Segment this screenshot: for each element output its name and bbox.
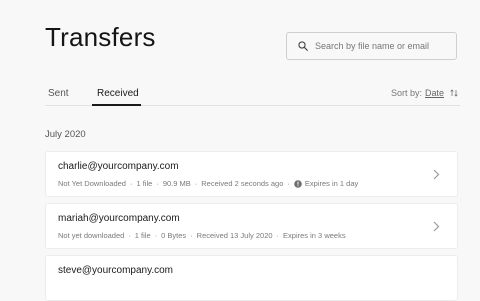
search-input[interactable] (315, 41, 455, 51)
sort-control[interactable]: Sort by: Date (391, 88, 458, 98)
transfer-received: Received 2 seconds ago (201, 179, 284, 188)
info-circle-icon (294, 179, 302, 188)
separator-dot: · (154, 231, 158, 240)
transfer-meta: Not Yet Downloaded · 1 file · 90.9 MB · … (58, 179, 358, 188)
transfer-expires: Expires in 1 day (304, 179, 359, 188)
transfer-file-count: 1 file (134, 231, 151, 240)
transfer-card[interactable]: charlie@yourcompany.com Not Yet Download… (45, 151, 458, 197)
page-title: Transfers (45, 22, 156, 52)
chevron-right-icon[interactable] (433, 221, 440, 232)
sort-value[interactable]: Date (425, 88, 444, 98)
transfer-size: 90.9 MB (162, 179, 191, 188)
transfer-email: mariah@yourcompany.com (58, 213, 180, 224)
transfer-size: 0 Bytes (161, 231, 187, 240)
search-box[interactable] (286, 32, 457, 60)
transfer-status: Not Yet Downloaded (58, 179, 126, 188)
separator-dot: · (156, 179, 159, 188)
tab-sent[interactable]: Sent (48, 88, 69, 99)
active-tab-indicator (92, 104, 141, 106)
search-icon (298, 41, 308, 51)
transfer-email: charlie@yourcompany.com (58, 161, 179, 172)
separator-dot: · (276, 231, 280, 240)
transfer-status: Not yet downloaded (58, 231, 125, 240)
separator-dot: · (190, 231, 193, 240)
group-heading: July 2020 (45, 129, 86, 140)
transfer-card[interactable]: mariah@yourcompany.com Not yet downloade… (45, 203, 458, 249)
transfer-expires: Expires in 3 weeks (283, 231, 346, 240)
chevron-right-icon[interactable] (433, 169, 440, 180)
transfer-card[interactable]: steve@yourcompany.com (45, 255, 458, 301)
separator-dot: · (129, 179, 133, 188)
tab-received[interactable]: Received (97, 88, 139, 99)
separator-dot: · (128, 231, 131, 240)
transfer-received: Received 13 July 2020 (196, 231, 273, 240)
separator-dot: · (287, 179, 290, 188)
transfer-file-count: 1 file (136, 179, 153, 188)
tab-bar: Sent Received Sort by: Date (45, 84, 460, 106)
sort-arrows-icon[interactable] (450, 89, 458, 97)
separator-dot: · (194, 179, 198, 188)
transfer-meta: Not yet downloaded · 1 file · 0 Bytes · … (58, 231, 346, 240)
sort-label: Sort by: (390, 88, 422, 98)
transfer-email: steve@yourcompany.com (58, 265, 174, 276)
